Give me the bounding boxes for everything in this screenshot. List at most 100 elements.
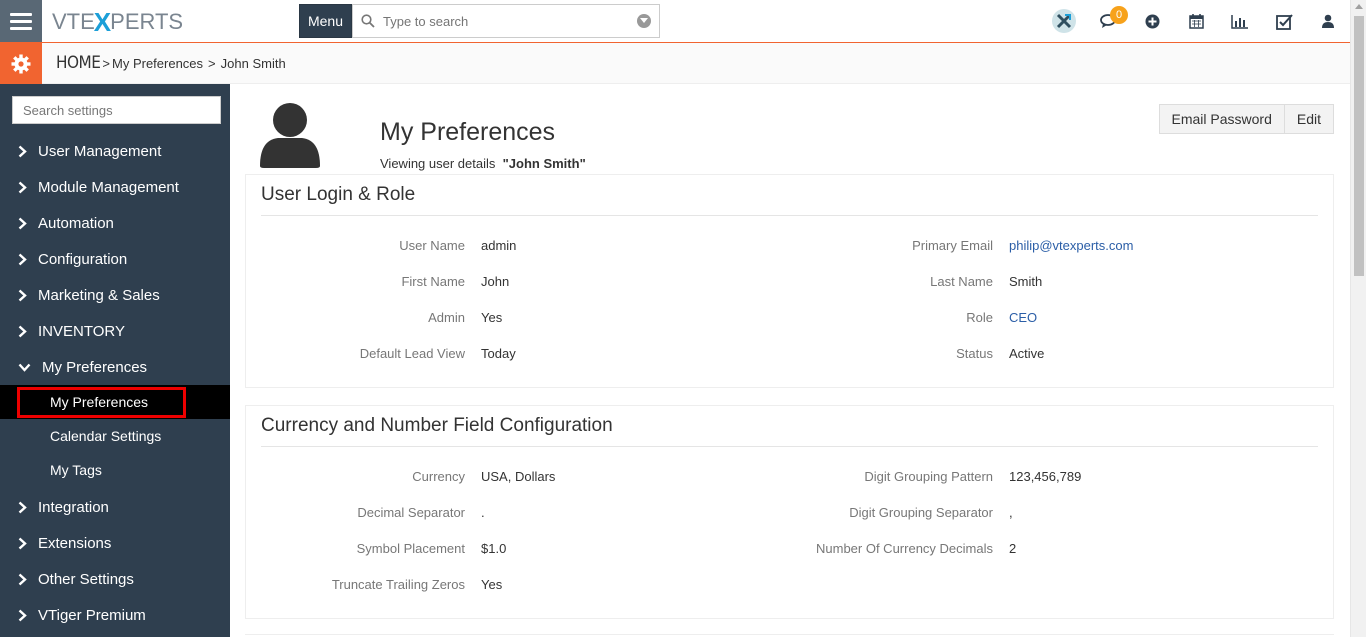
edit-button[interactable]: Edit (1284, 104, 1334, 134)
sidebar-subitem-my-tags[interactable]: My Tags (0, 453, 230, 487)
page-subtitle-prefix: Viewing user details (380, 156, 496, 171)
field-label: Status (956, 346, 993, 361)
field-label: Symbol Placement (356, 541, 465, 556)
sidebar-subitem-calendar-settings[interactable]: Calendar Settings (0, 419, 230, 453)
field-value: John (481, 274, 510, 289)
field-label: User Name (399, 238, 465, 253)
sidebar-item-extensions[interactable]: Extensions (0, 525, 230, 561)
sidebar-item-label: Module Management (38, 178, 179, 196)
sidebar-subitem-label: My Preferences (50, 394, 149, 410)
page-subtitle-user: "John Smith" (502, 156, 586, 171)
currency-config-panel: Currency and Number Field Configuration … (245, 405, 1334, 619)
breadcrumb-home[interactable]: HOME (56, 53, 101, 73)
vtiger-x-icon[interactable] (1042, 0, 1086, 42)
global-search-input[interactable] (383, 13, 629, 29)
panel-heading: User Login & Role (261, 175, 1318, 216)
detail-row: Currency USA, Dollars Digit Grouping Pat… (246, 459, 1333, 495)
sidebar-item-label: My Preferences (42, 358, 148, 376)
main-content: My Preferences Viewing user details "Joh… (230, 84, 1350, 637)
breadcrumb-separator: > (208, 56, 216, 71)
breadcrumb-separator: > (102, 56, 110, 71)
breadcrumb-item-user: John Smith (220, 56, 286, 71)
sidebar-item-marketing-sales[interactable]: Marketing & Sales (0, 277, 230, 313)
page-scrollbar[interactable] (1350, 0, 1366, 637)
chevron-right-icon (18, 609, 38, 622)
field-value: Active (1009, 346, 1045, 361)
page-subtitle: Viewing user details "John Smith" (380, 156, 586, 171)
user-login-role-panel: User Login & Role User Name admin Primar… (245, 174, 1334, 388)
global-search[interactable] (352, 4, 660, 38)
field-value: USA, Dollars (481, 469, 556, 484)
detail-row: First Name John Last Name Smith (246, 264, 1333, 300)
field-value: admin (481, 238, 517, 253)
field-label: Decimal Separator (357, 505, 465, 520)
sidebar-item-user-management[interactable]: User Management (0, 133, 230, 169)
tasks-icon[interactable] (1262, 0, 1306, 42)
detail-row: Default Lead View Today Status Active (246, 336, 1333, 372)
sidebar-item-configuration[interactable]: Configuration (0, 241, 230, 277)
field-label: Role (966, 310, 993, 325)
notification-badge: 0 (1110, 6, 1128, 24)
plus-circle-icon[interactable] (1130, 0, 1174, 42)
sidebar-item-other-settings[interactable]: Other Settings (0, 561, 230, 597)
hamburger-icon[interactable] (0, 0, 42, 42)
sidebar-item-my-preferences[interactable]: My Preferences (0, 349, 230, 385)
sidebar-subitem-label: Calendar Settings (50, 428, 162, 444)
menu-button[interactable]: Menu (299, 4, 352, 38)
sidebar-item-label: VTiger Premium (38, 606, 146, 624)
chevron-right-icon (18, 181, 38, 194)
chat-icon[interactable]: 0 (1086, 0, 1130, 42)
search-icon (353, 14, 383, 28)
primary-email-link[interactable]: philip@vtexperts.com (1009, 238, 1133, 253)
app-logo[interactable]: VTE X PERTS (52, 6, 184, 37)
sidebar-subitem-my-preferences[interactable]: My Preferences (0, 385, 230, 419)
settings-search-input[interactable]: Search settings (12, 96, 221, 124)
field-value: . (481, 505, 485, 520)
scrollbar-thumb[interactable] (1354, 16, 1364, 276)
role-link[interactable]: CEO (1009, 310, 1037, 325)
field-label: Last Name (930, 274, 993, 289)
sidebar-item-label: Automation (38, 214, 114, 232)
chevron-right-icon (18, 325, 38, 338)
chevron-right-icon (18, 253, 38, 266)
field-value: 123,456,789 (1009, 469, 1082, 484)
sidebar-item-module-management[interactable]: Module Management (0, 169, 230, 205)
settings-sidebar: Search settings User Management Module M… (0, 84, 230, 637)
panel-heading: Currency and Number Field Configuration (261, 406, 1318, 447)
chevron-right-icon (18, 573, 38, 586)
breadcrumb-item-my-preferences[interactable]: My Preferences (112, 56, 203, 71)
avatar-icon (258, 102, 322, 168)
field-label: Primary Email (912, 238, 993, 253)
scroll-up-arrow[interactable] (1355, 4, 1363, 9)
user-icon[interactable] (1306, 0, 1350, 42)
logo-text-x: X (93, 6, 112, 37)
sidebar-item-label: INVENTORY (38, 322, 125, 340)
chevron-down-icon (637, 14, 651, 28)
search-filter-dropdown[interactable] (629, 14, 659, 28)
field-value: Yes (481, 577, 503, 592)
field-label: Admin (428, 310, 465, 325)
sidebar-item-inventory[interactable]: INVENTORY (0, 313, 230, 349)
field-label: Number Of Currency Decimals (816, 541, 993, 556)
sidebar-item-label: Marketing & Sales (38, 286, 160, 304)
field-label: Digit Grouping Separator (849, 505, 993, 520)
sidebar-item-automation[interactable]: Automation (0, 205, 230, 241)
chevron-right-icon (18, 289, 38, 302)
breadcrumb: HOME > My Preferences > John Smith (56, 53, 286, 73)
sidebar-item-vtiger-premium[interactable]: VTiger Premium (0, 597, 230, 633)
sidebar-subitem-label: My Tags (50, 462, 102, 478)
sidebar-item-integration[interactable]: Integration (0, 489, 230, 525)
logo-text-right: PERTS (110, 9, 184, 34)
calendar-icon[interactable] (1174, 0, 1218, 42)
field-label: Currency (412, 469, 465, 484)
field-value: $1.0 (481, 541, 507, 556)
field-label: First Name (401, 274, 465, 289)
detail-row: User Name admin Primary Email philip@vte… (246, 228, 1333, 264)
email-password-button[interactable]: Email Password (1158, 104, 1285, 134)
field-label: Default Lead View (359, 346, 465, 361)
settings-gear-button[interactable] (0, 43, 42, 84)
chevron-down-icon (18, 363, 42, 372)
page-title: My Preferences (380, 118, 556, 146)
field-value: 2 (1009, 541, 1017, 556)
bar-chart-icon[interactable] (1218, 0, 1262, 42)
